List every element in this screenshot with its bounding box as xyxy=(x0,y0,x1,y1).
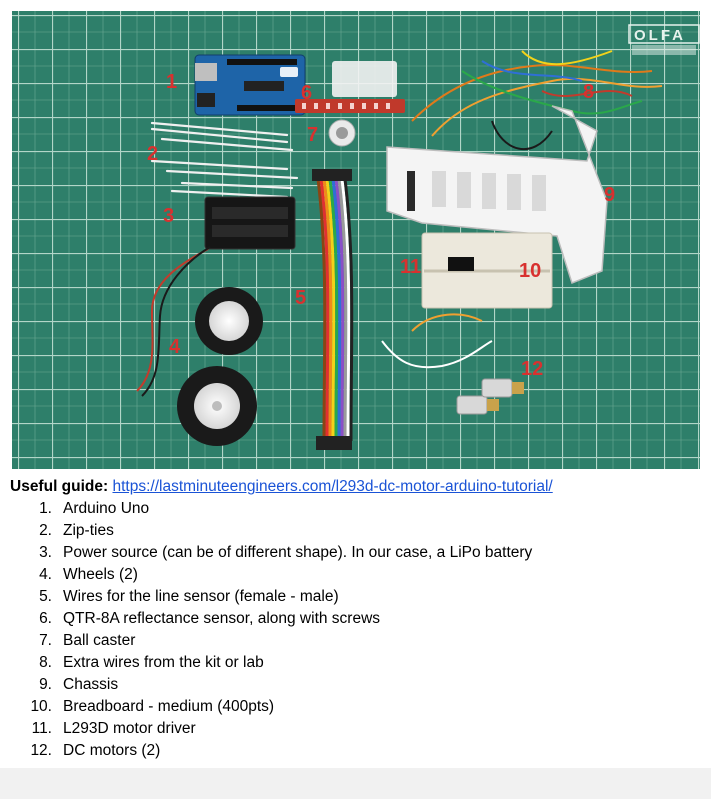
guide-prefix: Useful guide: xyxy=(10,478,109,495)
list-item: 7. Ball caster xyxy=(12,630,532,652)
list-item-number: 8. xyxy=(39,654,52,671)
list-item-text: Breadboard - medium (400pts) xyxy=(63,698,275,715)
kit-parts-illustration: OLFA 1 2 3 4 5 6 7 8 9 10 11 12 xyxy=(12,11,700,469)
label-4: 4 xyxy=(169,336,181,358)
list-item-text: Chassis xyxy=(63,676,119,693)
label-8: 8 xyxy=(583,81,594,103)
list-item: 4. Wheels (2) xyxy=(12,564,532,586)
label-2: 2 xyxy=(147,143,158,165)
label-10: 10 xyxy=(519,260,541,282)
label-5: 5 xyxy=(295,287,306,309)
ball-caster xyxy=(328,119,356,147)
list-item: 5. Wires for the line sensor (female - ma… xyxy=(12,586,532,608)
list-item-text: Ball caster xyxy=(63,632,136,649)
list-item: 12. DC motors (2) xyxy=(12,740,532,762)
label-1: 1 xyxy=(166,71,177,93)
list-item-number: 1. xyxy=(39,500,52,517)
list-item-number: 5. xyxy=(39,588,52,605)
list-item-text: L293D motor driver xyxy=(63,720,196,737)
list-item-text: DC motors (2) xyxy=(63,742,161,759)
list-item-text: Zip-ties xyxy=(63,522,114,539)
list-item-text: Wires for the line sensor (female - male… xyxy=(63,588,339,605)
list-item-number: 2. xyxy=(39,522,52,539)
parts-list: 1. Arduino Uno 2. Zip-ties 3. Power source (c… xyxy=(12,498,532,762)
label-3: 3 xyxy=(163,205,174,227)
arduino-uno xyxy=(194,54,306,116)
list-item-number: 3. xyxy=(39,544,52,561)
list-item: 11. L293D motor driver xyxy=(12,718,532,740)
label-11: 11 xyxy=(400,256,421,278)
label-7: 7 xyxy=(307,124,318,146)
list-item-text: Wheels (2) xyxy=(63,566,138,583)
list-item-text: Power source (can be of different shape)… xyxy=(63,544,533,561)
label-6: 6 xyxy=(301,82,312,104)
guide-link[interactable]: https://lastminuteengineers.com/l293d-dc… xyxy=(112,478,552,495)
list-item: 1. Arduino Uno xyxy=(12,498,532,520)
list-item: 6. QTR-8A reflectance sensor, along with … xyxy=(12,608,532,630)
list-item: 2. Zip-ties xyxy=(12,520,532,542)
list-item: 10. Breadboard - medium (400pts) xyxy=(12,696,532,718)
label-9: 9 xyxy=(604,184,615,206)
list-item-number: 9. xyxy=(39,676,52,693)
list-item-text: QTR-8A reflectance sensor, along with sc… xyxy=(63,610,381,627)
useful-guide: Useful guide: https://lastminuteengineer… xyxy=(10,477,553,496)
label-12: 12 xyxy=(521,358,543,380)
list-item: 3. Power source (can be of different shap… xyxy=(12,542,532,564)
footer-bar xyxy=(0,768,711,799)
list-item-number: 4. xyxy=(39,566,52,583)
list-item-number: 6. xyxy=(39,610,52,627)
list-item-number: 10. xyxy=(30,698,52,715)
list-item-number: 11. xyxy=(31,720,52,737)
list-item-number: 12. xyxy=(30,742,52,759)
list-item: 9. Chassis xyxy=(12,674,532,696)
list-item: 8. Extra wires from the kit or lab xyxy=(12,652,532,674)
kit-parts-photo: OLFA 1 2 3 4 5 6 7 8 9 10 11 12 xyxy=(12,11,700,469)
list-item-text: Arduino Uno xyxy=(63,500,150,517)
svg-text:OLFA: OLFA xyxy=(634,27,686,44)
list-item-text: Extra wires from the kit or lab xyxy=(63,654,264,671)
list-item-number: 7. xyxy=(39,632,52,649)
